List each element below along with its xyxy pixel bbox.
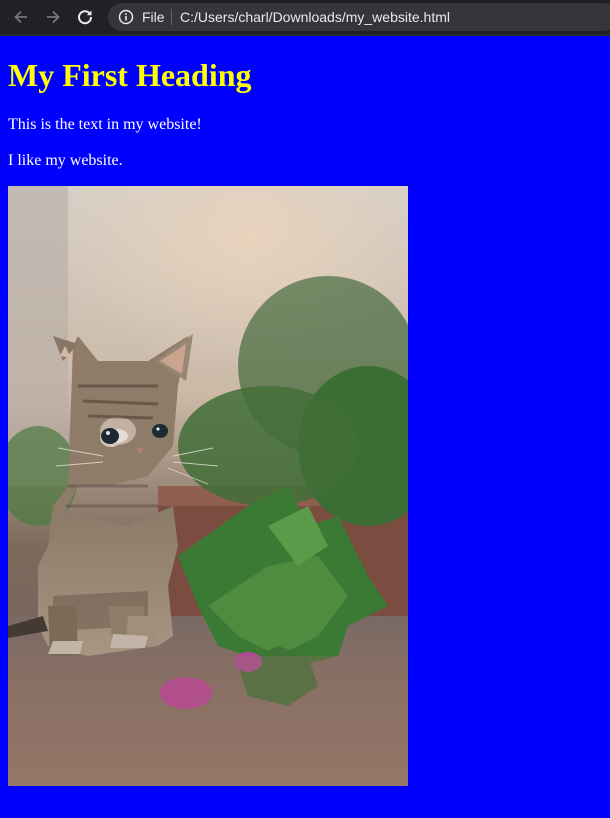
page-heading: My First Heading [8,57,252,93]
address-bar[interactable]: File C:/Users/charl/Downloads/my_website… [108,3,610,31]
info-icon[interactable] [118,9,134,25]
back-arrow-icon [14,10,27,24]
back-button[interactable] [10,6,32,28]
reload-button[interactable] [74,6,96,28]
browser-toolbar: File C:/Users/charl/Downloads/my_website… [0,0,610,36]
forward-arrow-icon [47,10,60,24]
address-divider [171,9,172,25]
reload-icon [78,10,93,25]
url-text[interactable]: C:/Users/charl/Downloads/my_website.html [180,9,450,25]
paragraph-text-2: I like my website. [8,152,123,169]
kitten-photo [8,186,408,786]
page-content: My First Heading This is the text in my … [8,36,602,786]
paragraph-text: This is the text in my website! [8,116,202,133]
scheme-label: File [142,9,165,25]
forward-button[interactable] [42,6,64,28]
